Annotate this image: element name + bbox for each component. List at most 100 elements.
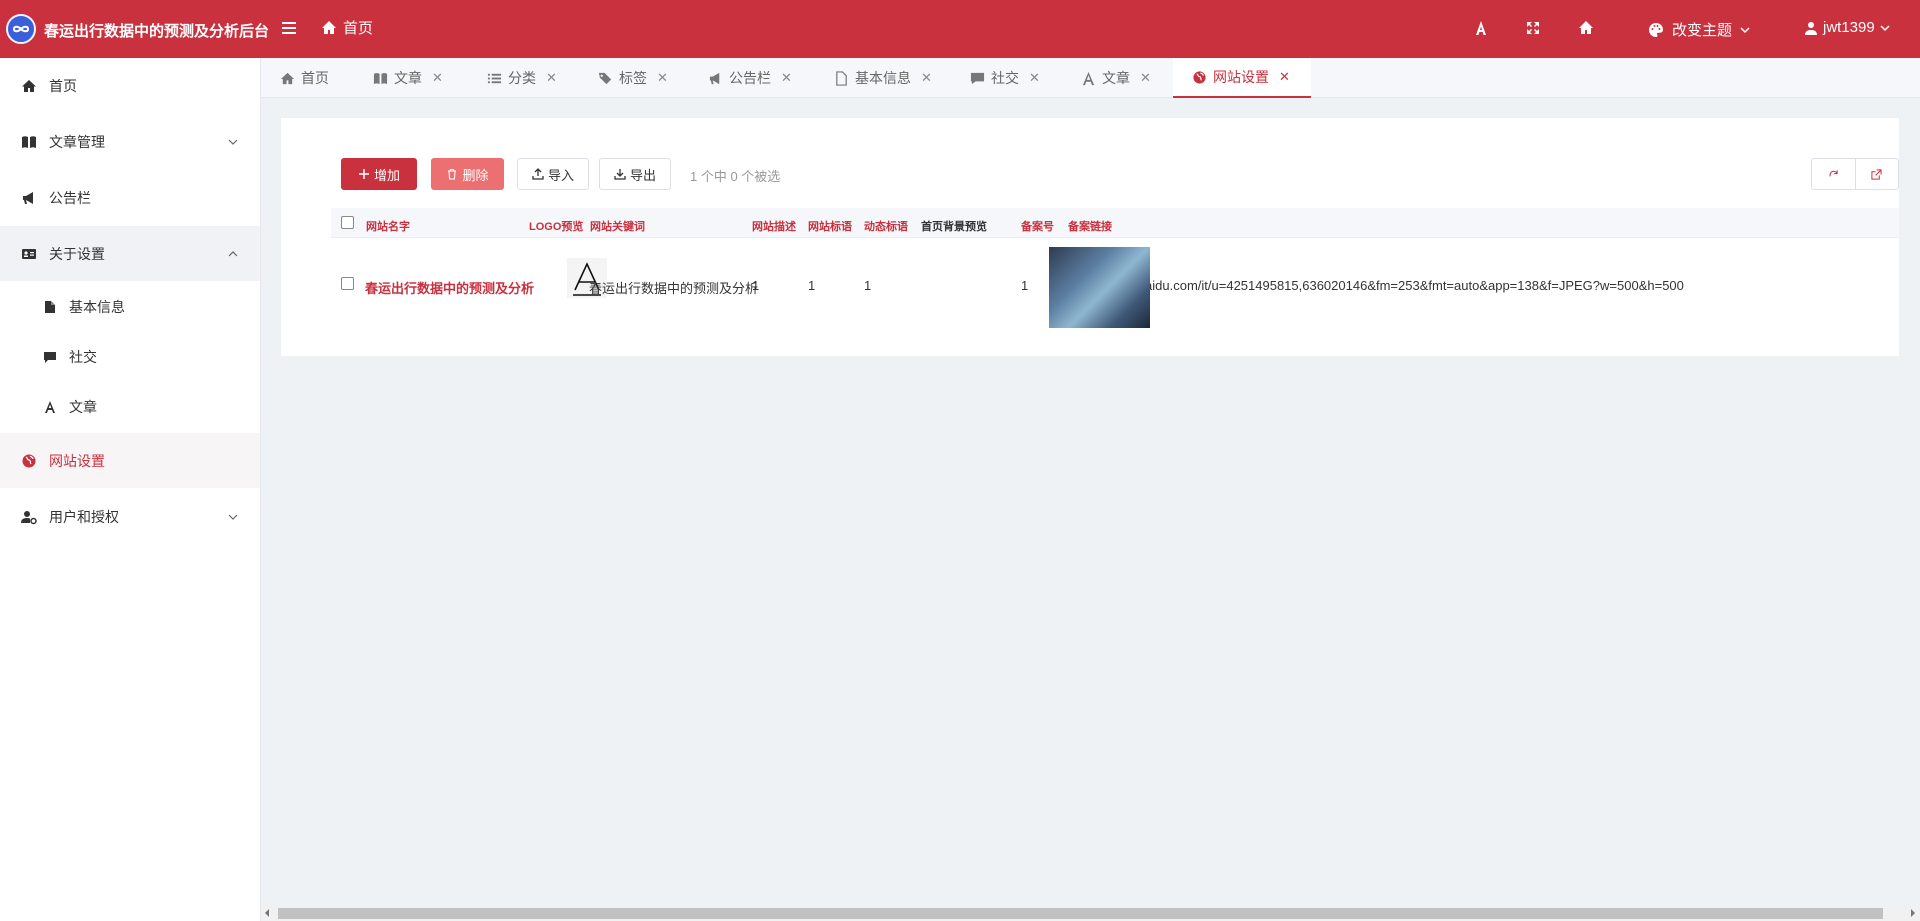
sidebar-item-article-management[interactable]: 文章管理 — [0, 114, 260, 169]
sidebar: 首页 文章管理 公告栏 关于设置 基本信息 社交 文章 网站设置 用户和授权 — [0, 58, 261, 921]
column-header[interactable]: 首页背景预览 — [921, 218, 987, 234]
header-home-label: 首页 — [343, 20, 374, 37]
add-button[interactable]: 增加 — [341, 158, 417, 190]
fullscreen-icon[interactable] — [1525, 20, 1541, 36]
tab-bar: 首页 文章 ✕ 分类 ✕ 标签 ✕ 公告栏 ✕ 基本信息 ✕ 社交 ✕ 文章 ✕… — [261, 58, 1920, 98]
sidebar-subitem-basic-info[interactable]: 基本信息 — [0, 282, 260, 332]
close-icon[interactable]: ✕ — [1279, 69, 1290, 85]
theme-dropdown[interactable]: 改变主题 — [1648, 19, 1750, 40]
close-icon[interactable]: ✕ — [657, 70, 668, 86]
tab-website-settings[interactable]: 网站设置 ✕ — [1173, 58, 1311, 98]
sidebar-item-users-auth[interactable]: 用户和授权 — [0, 489, 260, 544]
user-dropdown[interactable]: jwt1399 — [1804, 19, 1890, 36]
home-icon — [321, 20, 337, 36]
tab-bulletin[interactable]: 公告栏 ✕ — [708, 58, 792, 98]
tab-label: 文章 — [1102, 70, 1130, 86]
user-icon — [1804, 21, 1818, 35]
book-icon — [373, 71, 388, 86]
globe-icon — [1192, 70, 1207, 85]
sidebar-item-bulletin[interactable]: 公告栏 — [0, 170, 260, 225]
sidebar-item-label: 用户和授权 — [49, 508, 119, 525]
upload-icon — [532, 168, 544, 180]
export-table-button[interactable] — [1854, 159, 1899, 189]
tab-label: 分类 — [508, 70, 536, 86]
tab-social[interactable]: 社交 ✕ — [970, 58, 1040, 98]
sidebar-item-label: 文章管理 — [49, 133, 105, 150]
close-icon[interactable]: ✕ — [1029, 70, 1040, 86]
delete-button[interactable]: 删除 — [431, 158, 504, 190]
comment-icon — [970, 71, 985, 86]
sidebar-subitem-article[interactable]: 文章 — [0, 382, 260, 432]
hamburger-menu-icon[interactable] — [281, 20, 297, 36]
column-header[interactable]: 网站名字 — [366, 218, 410, 234]
file-icon — [834, 70, 849, 86]
tags-icon — [598, 71, 613, 86]
cell-keywords: 春运出行数据中的预测及分析 — [589, 281, 759, 296]
cell-slogan: 1 — [808, 278, 816, 293]
close-icon[interactable]: ✕ — [1140, 70, 1151, 86]
cell-dynamic-slogan: 1 — [864, 278, 872, 293]
tab-label: 首页 — [301, 70, 329, 86]
column-header[interactable]: 动态标语 — [864, 218, 908, 234]
column-header[interactable]: 备案链接 — [1068, 218, 1112, 234]
refresh-button[interactable] — [1812, 159, 1855, 189]
download-icon — [614, 168, 626, 180]
tab-label: 社交 — [991, 70, 1019, 86]
sidebar-item-label: 关于设置 — [49, 245, 105, 262]
cell-site-name[interactable]: 春运出行数据中的预测及分析 — [365, 278, 534, 297]
import-button-label: 导入 — [547, 167, 574, 183]
scroll-left-arrow-icon[interactable] — [265, 909, 269, 917]
add-button-label: 增加 — [373, 167, 400, 183]
background-preview-image[interactable] — [1049, 247, 1150, 328]
tab-basic-info[interactable]: 基本信息 ✕ — [834, 58, 932, 98]
column-header[interactable]: 网站描述 — [752, 218, 796, 234]
top-navbar: 春运出行数据中的预测及分析后台 首页 改变主题 jwt1399 — [0, 0, 1920, 58]
home-icon[interactable] — [1578, 20, 1594, 36]
sidebar-item-about-settings[interactable]: 关于设置 — [0, 226, 260, 281]
sidebar-item-label: 公告栏 — [49, 189, 91, 206]
cell-record-no: 1 — [1021, 278, 1029, 293]
chevron-down-icon — [228, 512, 238, 522]
tab-tags[interactable]: 标签 ✕ — [598, 58, 668, 98]
selection-count: 1 个中 0 个被选 — [690, 169, 781, 184]
palette-icon — [1648, 22, 1664, 38]
import-button[interactable]: 导入 — [517, 158, 589, 190]
trash-icon — [446, 168, 458, 180]
close-icon[interactable]: ✕ — [546, 70, 557, 86]
tab-article[interactable]: 文章 ✕ — [373, 58, 443, 98]
sidebar-subitem-social[interactable]: 社交 — [0, 332, 260, 382]
font-size-icon[interactable] — [1473, 20, 1489, 36]
tab-home[interactable]: 首页 — [280, 58, 329, 98]
theme-label: 改变主题 — [1672, 22, 1733, 39]
sidebar-item-home[interactable]: 首页 — [0, 58, 260, 113]
close-icon[interactable]: ✕ — [921, 70, 932, 86]
table-header: 网站名字 LOGO预览 网站关键词 网站描述 网站标语 动态标语 首页背景预览 … — [331, 208, 1899, 238]
delete-button-label: 删除 — [462, 167, 489, 183]
column-header[interactable]: 备案号 — [1021, 218, 1054, 234]
bullhorn-icon — [708, 71, 723, 86]
export-button-label: 导出 — [629, 167, 656, 183]
tab-article-2[interactable]: 文章 ✕ — [1081, 58, 1151, 98]
row-checkbox[interactable] — [341, 277, 354, 290]
chevron-up-icon — [228, 249, 238, 259]
column-header[interactable]: LOGO预览 — [529, 218, 583, 234]
close-icon[interactable]: ✕ — [781, 70, 792, 86]
tab-label: 文章 — [394, 70, 422, 86]
column-header[interactable]: 网站标语 — [808, 218, 852, 234]
scroll-right-arrow-icon[interactable] — [1911, 909, 1915, 917]
export-button[interactable]: 导出 — [599, 158, 671, 190]
tab-label: 公告栏 — [729, 70, 771, 86]
sidebar-item-label: 网站设置 — [49, 452, 105, 469]
tab-label: 基本信息 — [855, 70, 911, 86]
home-icon — [280, 71, 295, 86]
header-home-link[interactable]: 首页 — [321, 17, 373, 38]
horizontal-scrollbar[interactable] — [261, 906, 1920, 921]
column-header[interactable]: 网站关键词 — [590, 218, 645, 234]
select-all-checkbox[interactable] — [341, 216, 354, 229]
tab-category[interactable]: 分类 ✕ — [487, 58, 557, 98]
sidebar-subitem-label: 基本信息 — [69, 299, 125, 315]
home-icon — [21, 78, 37, 94]
close-icon[interactable]: ✕ — [432, 70, 443, 86]
scrollbar-thumb[interactable] — [278, 908, 1883, 919]
sidebar-item-website-settings[interactable]: 网站设置 — [0, 433, 260, 488]
